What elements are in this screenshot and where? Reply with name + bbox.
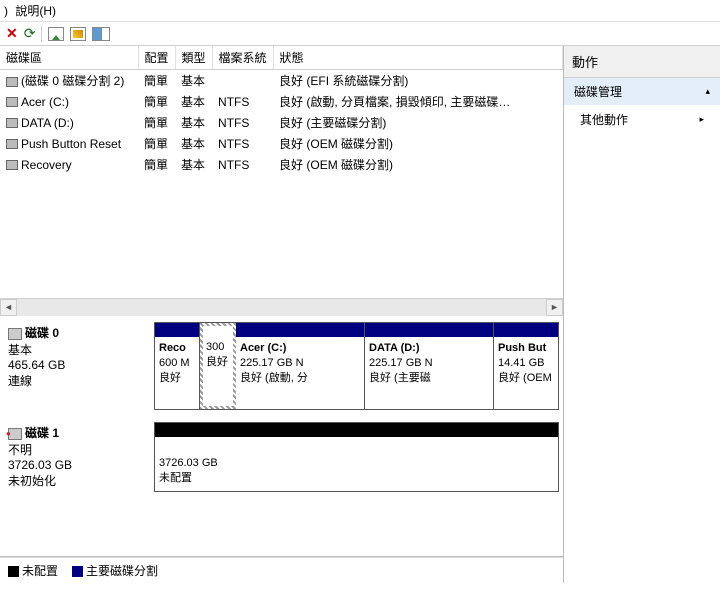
toolbar-button-1[interactable] [48, 27, 64, 41]
legend-swatch-unallocated [8, 566, 19, 577]
partition[interactable]: DATA (D:)225.17 GB N良好 (主要磁 [365, 323, 494, 409]
actions-header: 動作 [564, 46, 720, 78]
menu-view[interactable]: ) [4, 4, 8, 18]
toolbar-button-2[interactable] [70, 27, 86, 41]
actions-pane: 動作 磁碟管理▴ 其他動作▸ [564, 46, 720, 583]
col-type[interactable]: 類型 [175, 46, 212, 70]
table-row[interactable]: Push Button Reset簡單基本NTFS良好 (OEM 磁碟分割) [0, 133, 563, 154]
table-row[interactable]: DATA (D:)簡單基本NTFS良好 (主要磁碟分割) [0, 112, 563, 133]
menu-help[interactable]: 說明(H) [15, 4, 56, 18]
col-fs[interactable]: 檔案系統 [212, 46, 273, 70]
horizontal-scrollbar[interactable]: ◄ ► [0, 298, 563, 315]
partition[interactable]: 300良好 [200, 323, 236, 409]
scroll-left-icon[interactable]: ◄ [0, 299, 17, 316]
disk-icon [8, 328, 22, 340]
volume-icon [6, 118, 18, 128]
disk-graph-panel: 磁碟 0 基本 465.64 GB 連線 Reco600 M良好 300良好 A… [0, 316, 563, 557]
scroll-right-icon[interactable]: ► [546, 299, 563, 316]
partition[interactable]: Reco600 M良好 [155, 323, 200, 409]
partition-unallocated[interactable]: 3726.03 GB未配置 [155, 423, 558, 491]
disk-warn-icon [8, 428, 22, 440]
table-row[interactable]: Recovery簡單基本NTFS良好 (OEM 磁碟分割) [0, 154, 563, 175]
collapse-icon: ▴ [705, 86, 710, 97]
legend-swatch-primary [72, 566, 83, 577]
col-volume[interactable]: 磁碟區 [0, 46, 138, 70]
actions-other[interactable]: 其他動作▸ [564, 105, 720, 134]
volume-list: 磁碟區 配置 類型 檔案系統 狀態 (磁碟 0 磁碟分割 2)簡單基本良好 (E… [0, 46, 563, 316]
volume-icon [6, 97, 18, 107]
actions-group[interactable]: 磁碟管理▴ [564, 78, 720, 105]
chevron-right-icon: ▸ [699, 114, 704, 125]
partition[interactable]: Push But14.41 GB良好 (OEM [494, 323, 558, 409]
table-row[interactable]: (磁碟 0 磁碟分割 2)簡單基本良好 (EFI 系統磁碟分割) [0, 70, 563, 92]
col-layout[interactable]: 配置 [138, 46, 175, 70]
toolbar-button-3[interactable] [92, 27, 110, 41]
table-row[interactable]: Acer (C:)簡單基本NTFS良好 (啟動, 分頁檔案, 損毀傾印, 主要磁… [0, 91, 563, 112]
volume-icon [6, 160, 18, 170]
partition[interactable]: Acer (C:)225.17 GB N良好 (啟動, 分 [236, 323, 365, 409]
refresh-icon[interactable]: ⟳ [24, 25, 36, 42]
disk-row[interactable]: 磁碟 0 基本 465.64 GB 連線 Reco600 M良好 300良好 A… [4, 322, 559, 410]
delete-icon[interactable]: ✕ [6, 25, 18, 42]
legend: 未配置 主要磁碟分割 [0, 557, 563, 583]
volume-icon [6, 139, 18, 149]
menu-bar: ) 說明(H) [0, 0, 720, 22]
col-status[interactable]: 狀態 [273, 46, 562, 70]
toolbar: ✕ ⟳ [0, 22, 720, 46]
disk-row[interactable]: 磁碟 1 不明 3726.03 GB 未初始化 3726.03 GB未配置 [4, 422, 559, 492]
volume-icon [6, 77, 18, 87]
